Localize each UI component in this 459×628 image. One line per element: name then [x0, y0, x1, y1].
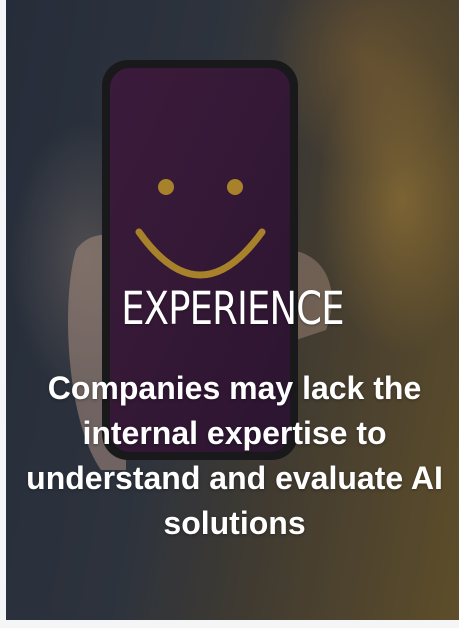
- promo-card: EXPERIENCE Companies may lack the intern…: [6, 0, 459, 620]
- card-body-text: Companies may lack the internal expertis…: [26, 370, 443, 541]
- card-heading: EXPERIENCE: [121, 282, 344, 335]
